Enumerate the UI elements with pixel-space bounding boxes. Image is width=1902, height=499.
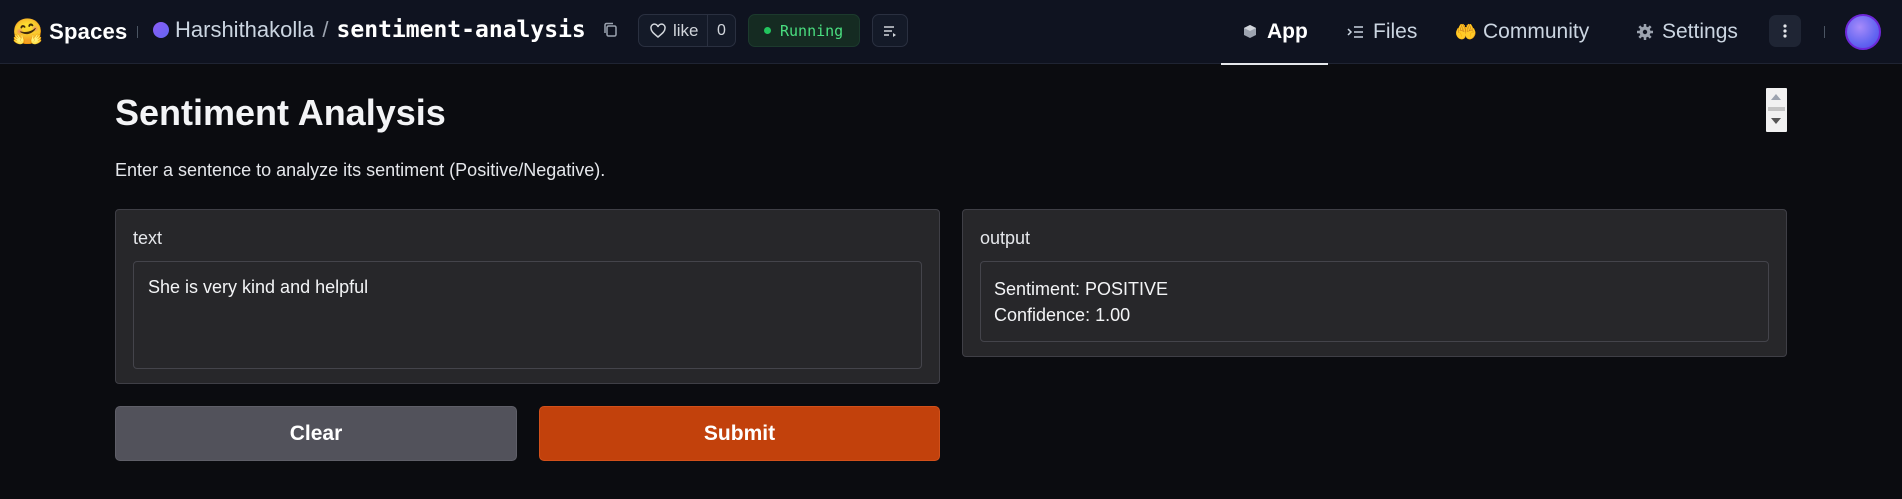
gear-icon xyxy=(1637,24,1653,40)
tab-files[interactable]: Files xyxy=(1347,0,1417,64)
tab-community-label: Community xyxy=(1483,20,1590,43)
more-options-button[interactable] xyxy=(1769,15,1801,47)
tab-files-label: Files xyxy=(1373,20,1418,43)
status-label: Running xyxy=(780,21,844,40)
repo-breadcrumb: Harshithakolla / sentiment-analysis xyxy=(153,17,620,43)
hugging-face-logo-icon: 🤗 xyxy=(12,18,44,46)
tab-settings[interactable]: Settings xyxy=(1636,0,1738,64)
owner-avatar xyxy=(153,22,169,38)
copy-icon[interactable] xyxy=(602,21,620,39)
owner-link[interactable]: Harshithakolla xyxy=(175,17,314,43)
input-label: text xyxy=(133,228,163,248)
output-textbox[interactable]: Sentiment: POSITIVE Confidence: 1.00 xyxy=(980,261,1769,342)
page-description: Enter a sentence to analyze its sentimen… xyxy=(115,160,606,180)
tab-app-label: App xyxy=(1267,20,1308,43)
spaces-label: Spaces xyxy=(49,19,128,44)
scroll-up-icon[interactable] xyxy=(1771,94,1781,100)
top-header: 🤗 Spaces Harshithakolla / sentiment-anal… xyxy=(0,0,1902,65)
files-icon xyxy=(1347,26,1363,38)
like-count[interactable]: 0 xyxy=(707,15,735,46)
breadcrumb-separator: / xyxy=(322,17,329,42)
logs-icon xyxy=(884,25,896,37)
cube-icon xyxy=(1244,25,1256,38)
clear-button[interactable]: Clear xyxy=(115,406,517,461)
vertical-dots-icon xyxy=(1783,24,1787,38)
output-label: output xyxy=(980,228,1031,248)
logs-button[interactable] xyxy=(872,14,908,47)
divider xyxy=(1824,26,1825,38)
user-avatar[interactable] xyxy=(1845,14,1881,50)
submit-button[interactable]: Submit xyxy=(539,406,940,461)
divider xyxy=(137,26,138,38)
status-badge[interactable]: Running xyxy=(748,14,860,47)
output-confidence-line: Confidence: 1.00 xyxy=(994,305,1131,325)
status-dot-icon xyxy=(764,27,771,34)
output-sentiment-line: Sentiment: POSITIVE xyxy=(994,279,1169,299)
input-panel: text She is very kind and helpful xyxy=(115,209,940,384)
output-panel: output Sentiment: POSITIVE Confidence: 1… xyxy=(962,209,1787,357)
text-input[interactable]: She is very kind and helpful xyxy=(133,261,922,369)
scroll-control[interactable] xyxy=(1766,88,1787,132)
spaces-brand-link[interactable]: 🤗 Spaces xyxy=(12,17,127,47)
scroll-down-icon[interactable] xyxy=(1771,118,1781,124)
like-label: like xyxy=(673,20,699,40)
heart-icon xyxy=(650,22,666,38)
repo-link[interactable]: sentiment-analysis xyxy=(337,17,586,43)
tab-community[interactable]: 🤲 Community xyxy=(1454,0,1590,64)
page-title: Sentiment Analysis xyxy=(115,92,446,133)
tab-app[interactable]: App xyxy=(1221,0,1328,65)
like-button[interactable]: like 0 xyxy=(638,14,736,47)
scroll-thumb[interactable] xyxy=(1768,107,1785,111)
tab-settings-label: Settings xyxy=(1662,20,1738,43)
community-icon: 🤲 xyxy=(1454,21,1478,42)
